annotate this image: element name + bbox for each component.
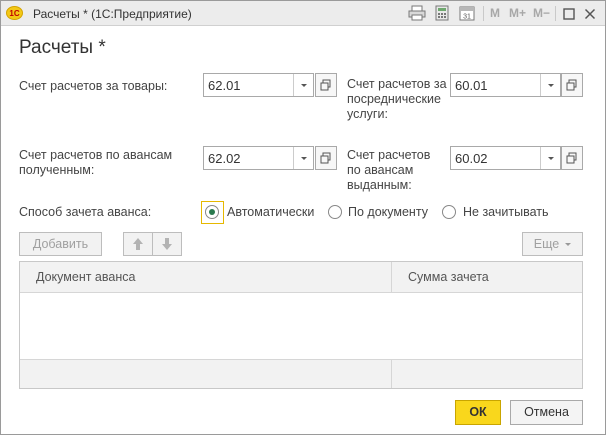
calendar-day: 31	[463, 14, 471, 21]
move-up-button[interactable]	[123, 232, 153, 256]
radio-by-document-label[interactable]: По документу	[348, 205, 428, 219]
received-advances-account-input[interactable]: 62.02	[203, 146, 314, 170]
services-account-open-button[interactable]	[561, 73, 583, 97]
received-advances-account-value: 62.02	[208, 151, 241, 166]
services-account-input[interactable]: 60.01	[450, 73, 561, 97]
column-divider	[391, 262, 392, 293]
add-button[interactable]: Добавить	[19, 232, 102, 256]
column-header-amount-label: Сумма зачета	[408, 270, 489, 284]
memory-plus-button[interactable]: M+	[509, 6, 526, 20]
print-icon[interactable]	[408, 5, 426, 21]
radio-by-document[interactable]	[328, 205, 342, 219]
memory-minus-button[interactable]: M−	[533, 6, 550, 20]
open-window-icon	[320, 79, 331, 91]
open-window-icon	[566, 79, 577, 91]
app-logo-icon: 1С	[6, 6, 23, 20]
chevron-down-icon[interactable]	[540, 147, 560, 169]
issued-advances-account-label: Счет расчетов по авансам выданным:	[347, 148, 431, 192]
table-footer-document	[20, 359, 391, 388]
arrow-down-icon	[162, 238, 172, 250]
goods-account-label: Счет расчетов за товары:	[19, 79, 168, 93]
goods-account-input[interactable]: 62.01	[203, 73, 314, 97]
dialog-window: 1С Расчеты * (1С:Предприятие) 31 M M+ M−	[0, 0, 606, 435]
more-menu-label: Еще	[533, 237, 560, 251]
goods-account-value: 62.01	[208, 78, 241, 93]
page-title: Расчеты *	[19, 37, 106, 58]
arrow-up-icon	[133, 238, 143, 250]
chevron-down-icon[interactable]	[540, 74, 560, 96]
advances-table[interactable]: Документ аванса Сумма зачета	[19, 261, 583, 389]
table-footer-amount	[392, 359, 582, 388]
issued-advances-account-open-button[interactable]	[561, 146, 583, 170]
issued-advances-account-value: 60.02	[455, 151, 488, 166]
close-icon[interactable]	[584, 8, 596, 20]
memory-button[interactable]: M	[490, 6, 500, 20]
move-down-button[interactable]	[152, 232, 182, 256]
toolbar-separator	[555, 6, 556, 21]
services-account-value: 60.01	[455, 78, 488, 93]
services-account-label: Счет расчетов за посреднические услуги:	[347, 77, 447, 121]
received-advances-account-label: Счет расчетов по авансам полученным:	[19, 148, 173, 177]
radio-no-offset[interactable]	[442, 205, 456, 219]
radio-automatic[interactable]	[205, 205, 219, 219]
received-advances-account-open-button[interactable]	[315, 146, 337, 170]
ok-button[interactable]: ОК	[455, 400, 501, 425]
title-bar: 1С Расчеты * (1С:Предприятие) 31 M M+ M−	[1, 1, 605, 26]
calendar-icon[interactable]: 31	[459, 5, 475, 21]
radio-no-offset-label[interactable]: Не зачитывать	[463, 205, 548, 219]
maximize-icon[interactable]	[563, 8, 575, 20]
cancel-button[interactable]: Отмена	[510, 400, 583, 425]
chevron-down-icon	[565, 243, 572, 247]
column-header-document-label: Документ аванса	[36, 270, 136, 284]
window-title: Расчеты * (1С:Предприятие)	[33, 7, 192, 21]
open-window-icon	[320, 152, 331, 164]
issued-advances-account-input[interactable]: 60.02	[450, 146, 561, 170]
advance-method-label: Способ зачета аванса:	[19, 205, 152, 219]
more-menu-button[interactable]: Еще	[522, 232, 583, 256]
goods-account-open-button[interactable]	[315, 73, 337, 97]
column-header-amount[interactable]: Сумма зачета	[392, 262, 582, 293]
column-divider	[391, 359, 392, 388]
toolbar-separator	[483, 6, 484, 21]
radio-automatic-label[interactable]: Автоматически	[227, 205, 314, 219]
chevron-down-icon[interactable]	[293, 74, 313, 96]
open-window-icon	[566, 152, 577, 164]
calculator-icon[interactable]	[434, 5, 450, 21]
chevron-down-icon[interactable]	[293, 147, 313, 169]
column-header-document[interactable]: Документ аванса	[20, 262, 391, 293]
